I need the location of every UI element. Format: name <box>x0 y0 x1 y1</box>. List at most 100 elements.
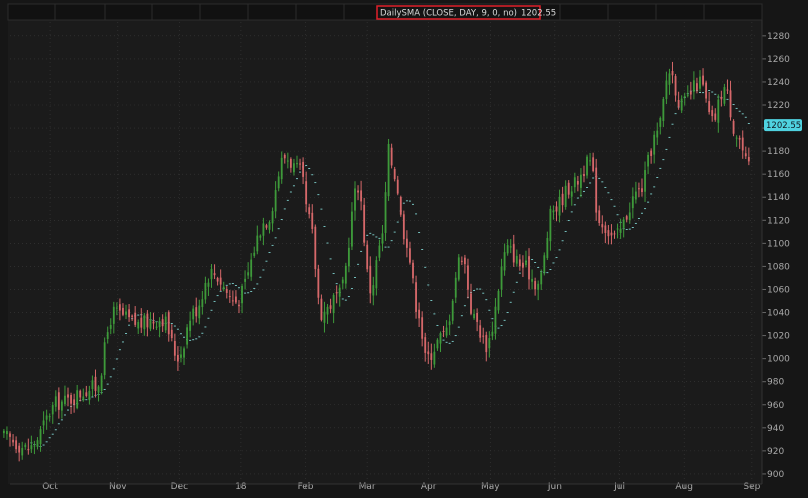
sma-point <box>454 335 457 337</box>
candle-body <box>152 321 155 324</box>
candle-body <box>198 305 201 319</box>
sma-point <box>91 396 94 398</box>
sma-point <box>115 358 118 360</box>
candle-body <box>338 287 341 297</box>
sma-point <box>564 230 567 232</box>
sma-point <box>650 193 653 195</box>
sma-point <box>412 203 415 205</box>
candle-body <box>21 448 24 456</box>
candle-body <box>335 292 338 294</box>
candle-body <box>146 313 149 328</box>
sma-point <box>506 312 509 314</box>
candle-body <box>24 444 27 448</box>
candle-body <box>381 233 384 244</box>
candle-body <box>131 315 134 317</box>
sma-point <box>387 246 390 248</box>
candle-body <box>726 89 729 91</box>
candle-body <box>18 445 21 453</box>
candle-body <box>286 160 289 162</box>
sma-point <box>195 338 198 340</box>
sma-point <box>280 219 283 220</box>
candle-body <box>216 277 219 282</box>
candle-body <box>314 226 317 270</box>
candle-body <box>445 327 448 336</box>
candle-body <box>54 396 57 407</box>
price-tick-label: 1140 <box>767 193 790 203</box>
candle-body <box>244 278 247 282</box>
candle-body <box>747 157 750 162</box>
candle-body <box>564 185 567 207</box>
sma-point <box>610 199 613 201</box>
price-tick-label: 980 <box>767 378 784 388</box>
price-tick-label: 1260 <box>767 55 790 65</box>
candle-body <box>738 137 741 140</box>
candle-body <box>51 405 54 415</box>
candle-body <box>60 401 63 411</box>
sma-point <box>51 433 54 435</box>
price-tick-label: 1120 <box>767 216 790 226</box>
candle-body <box>457 257 460 280</box>
candle-body <box>308 207 311 215</box>
sma-point <box>711 91 714 93</box>
candle-body <box>259 235 262 238</box>
sma-point <box>549 269 552 270</box>
sma-point <box>112 368 115 370</box>
candle-body <box>317 268 320 298</box>
candle-body <box>344 265 347 284</box>
candle-body <box>396 179 399 194</box>
candle-body <box>357 190 359 193</box>
plot-area[interactable] <box>8 20 762 484</box>
candle-body <box>128 309 130 318</box>
sma-point <box>573 204 576 206</box>
candle-body <box>683 95 686 98</box>
sma-point <box>268 252 271 253</box>
price-tick-label: 960 <box>767 401 784 411</box>
sma-point <box>192 339 195 341</box>
candle-body <box>100 375 103 391</box>
candle-body <box>213 273 216 276</box>
sma-point <box>451 340 454 342</box>
sma-point <box>360 250 363 252</box>
candle-body <box>610 232 613 236</box>
candle-body <box>628 212 631 220</box>
sma-point <box>515 281 518 283</box>
sma-point <box>121 341 124 343</box>
candle-body <box>9 433 11 437</box>
sma-point <box>207 317 210 319</box>
sma-point <box>317 194 320 196</box>
sma-point <box>357 263 360 265</box>
candle-body <box>497 290 500 311</box>
candle-body <box>543 255 546 273</box>
sma-point <box>628 228 631 230</box>
sma-point <box>234 285 237 286</box>
candle-body <box>580 174 582 188</box>
sma-point <box>320 208 323 210</box>
sma-point <box>353 277 356 278</box>
candle-body <box>586 156 588 176</box>
candle-body <box>583 173 585 177</box>
candle-body <box>561 193 564 206</box>
candle-body <box>442 330 445 332</box>
sma-point <box>42 444 45 446</box>
price-chart[interactable]: DailySMA (CLOSE, DAY, 9, 0, no) 1202.55 9… <box>0 0 808 498</box>
candle-body <box>372 285 375 296</box>
sma-point <box>448 342 451 344</box>
candle-body <box>512 244 515 263</box>
sma-point <box>213 300 216 302</box>
candle-body <box>354 188 356 211</box>
chart-window: DailySMA (CLOSE, DAY, 9, 0, no) 1202.55 9… <box>0 0 808 498</box>
candle-body <box>326 306 329 315</box>
candle-body <box>201 299 204 308</box>
candle-body <box>189 320 192 331</box>
sma-point <box>292 185 295 187</box>
sma-point <box>634 222 637 224</box>
candle-body <box>488 338 491 349</box>
candle-body <box>177 354 179 362</box>
sma-point <box>500 325 503 327</box>
sma-point <box>601 181 604 183</box>
price-tick-label: 1220 <box>767 101 790 111</box>
candle-body <box>506 245 509 254</box>
candle-body <box>433 351 436 365</box>
candle-body <box>549 208 552 242</box>
candle-body <box>122 307 124 315</box>
